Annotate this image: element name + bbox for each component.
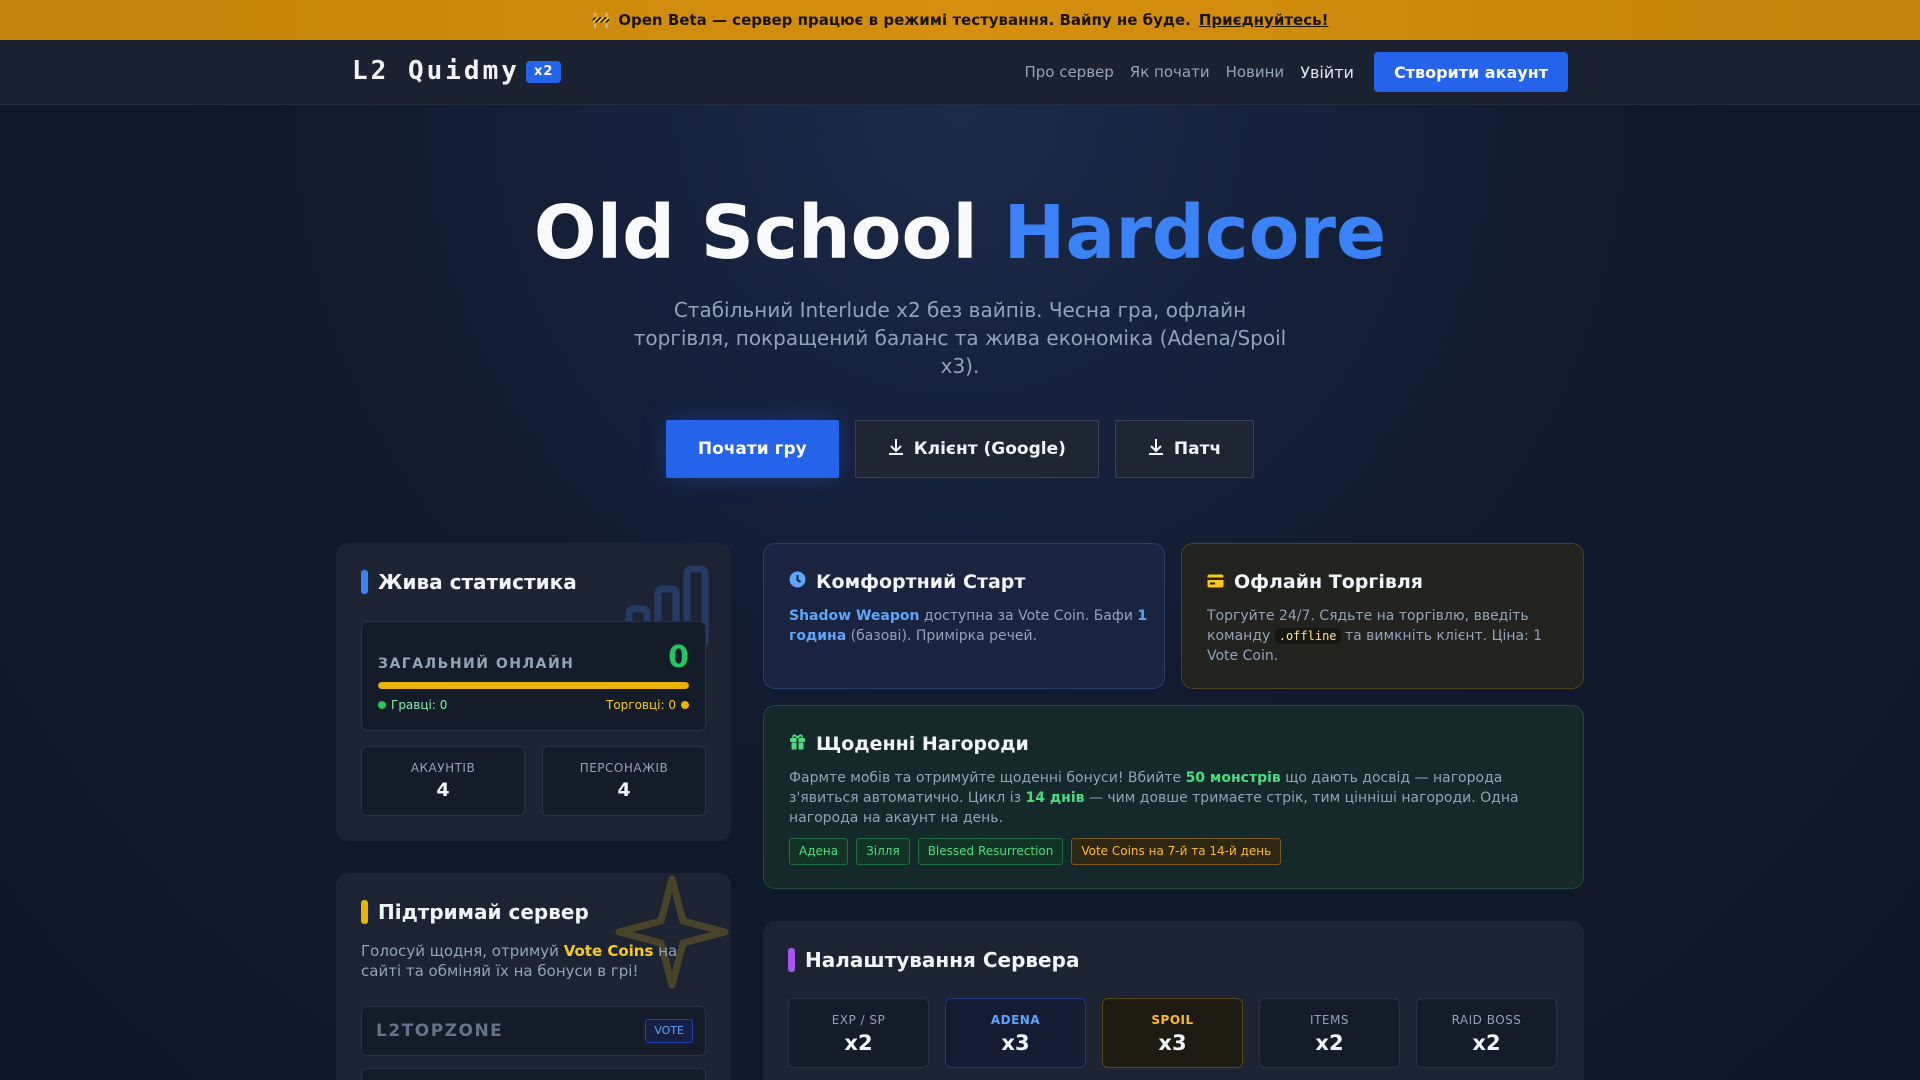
server-settings-card: Налаштування Сервера EXP / SP x2 ADENA x… bbox=[763, 921, 1584, 1080]
accounts-value: 4 bbox=[436, 779, 450, 801]
online-value: 0 bbox=[668, 640, 689, 675]
characters-counter: ПЕРСОНАЖІВ 4 bbox=[542, 746, 706, 816]
login-link[interactable]: Увійти bbox=[1300, 63, 1354, 82]
comfortable-start-card: Комфортний Старт Shadow Weapon доступна … bbox=[763, 543, 1165, 689]
characters-label: ПЕРСОНАЖІВ bbox=[579, 761, 669, 775]
accounts-label: АКАУНТІВ bbox=[410, 761, 476, 775]
rate-items: ITEMS x2 bbox=[1259, 998, 1400, 1068]
reward-tags: Адена Зілля Blessed Resurrection Vote Co… bbox=[789, 838, 1282, 865]
accounts-counter: АКАУНТІВ 4 bbox=[361, 746, 525, 816]
hero-subtitle: Стабільний Interlude x2 без вайпів. Чесн… bbox=[633, 298, 1287, 378]
server-settings-title: Налаштування Сервера bbox=[788, 948, 1079, 972]
online-progress-fill bbox=[378, 682, 689, 689]
create-account-button[interactable]: Створити акаунт bbox=[1373, 52, 1568, 92]
reward-tag-special: Vote Coins на 7-й та 14-й день bbox=[1071, 838, 1282, 865]
download-patch-label: Патч bbox=[1173, 439, 1222, 459]
total-online-box: ЗАГАЛЬНИЙ ОНЛАЙН 0 Гравці: 0 Торговці: 0 bbox=[361, 621, 706, 731]
hero-buttons: Почати гру Клієнт (Google) Патч bbox=[0, 420, 1920, 478]
reward-tag: Зілля bbox=[856, 838, 910, 865]
nav-link-how-to-start[interactable]: Як почати bbox=[1130, 63, 1210, 81]
online-label: ЗАГАЛЬНИЙ ОНЛАЙН bbox=[378, 656, 575, 672]
offline-command: .offline bbox=[1274, 628, 1341, 644]
offline-trade-card: Офлайн Торгівля Торгуйте 24/7. Сядьте на… bbox=[1181, 543, 1584, 689]
support-title-text: Підтримай сервер bbox=[378, 900, 589, 924]
players-text: Гравці: 0 bbox=[391, 698, 448, 712]
offline-trade-text: Торгуйте 24/7. Сядьте на торгівлю, введі… bbox=[1207, 608, 1543, 664]
traders-text: Торговці: 0 bbox=[605, 698, 676, 712]
download-client-label: Клієнт (Google) bbox=[913, 439, 1066, 459]
vote-button[interactable]: VOTE bbox=[645, 1019, 693, 1043]
live-stats-title: Жива статистика bbox=[361, 570, 577, 594]
download-icon bbox=[888, 438, 904, 461]
rate-raid-boss: RAID BOSS x2 bbox=[1416, 998, 1557, 1068]
gift-icon bbox=[789, 733, 806, 755]
card-icon bbox=[1207, 571, 1224, 593]
beta-banner: 🚧 Open Beta — сервер працює в режимі тес… bbox=[0, 0, 1920, 40]
traders-count: Торговці: 0 bbox=[606, 698, 689, 712]
live-stats-card: Жива статистика ЗАГАЛЬНИЙ ОНЛАЙН 0 Гравц… bbox=[336, 543, 731, 841]
hero-title-accent: Hardcore bbox=[1003, 190, 1387, 276]
characters-value: 4 bbox=[617, 779, 631, 801]
hero-title-main: Old School bbox=[533, 190, 978, 276]
nav-link-about[interactable]: Про сервер bbox=[1024, 63, 1113, 81]
offline-trade-title: Офлайн Торгівля bbox=[1207, 571, 1423, 593]
traders-dot-icon bbox=[681, 701, 689, 709]
title-accent-bar bbox=[788, 948, 795, 972]
reward-tag: Адена bbox=[789, 838, 849, 865]
start-game-button[interactable]: Почати гру bbox=[665, 420, 839, 478]
rate-adena: ADENA x3 bbox=[945, 998, 1086, 1068]
nav-link-news[interactable]: Новини bbox=[1226, 63, 1285, 81]
support-title: Підтримай сервер bbox=[361, 900, 589, 924]
daily-rewards-text: Фармте мобів та отримуйте щоденні бонуси… bbox=[789, 770, 1519, 826]
download-client-button[interactable]: Клієнт (Google) bbox=[854, 420, 1099, 478]
vote-coins-highlight: Vote Coins bbox=[563, 942, 654, 960]
daily-rewards-title: Щоденні Нагороди bbox=[789, 733, 1029, 755]
title-accent-bar bbox=[361, 570, 368, 594]
vote-site-l2topzone[interactable]: L2TOPZONE VOTE bbox=[361, 1006, 706, 1056]
server-settings-title-text: Налаштування Сервера bbox=[805, 948, 1080, 972]
rate-spoil: SPOIL x3 bbox=[1102, 998, 1243, 1068]
players-count: Гравці: 0 bbox=[378, 698, 447, 712]
comfortable-start-text: Shadow Weapon доступна за Vote Coin. Баф… bbox=[789, 608, 1148, 644]
nav-links: Про сервер Як почати Новини Увійти Створ… bbox=[1008, 52, 1568, 92]
site-logo[interactable]: L2 Quidmy bbox=[352, 56, 520, 86]
title-accent-bar bbox=[361, 900, 368, 924]
join-link[interactable]: Приєднуйтесь! bbox=[1199, 11, 1329, 29]
rate-exp-sp: EXP / SP x2 bbox=[788, 998, 929, 1068]
download-patch-button[interactable]: Патч bbox=[1114, 420, 1255, 478]
support-text: Голосуй щодня, отримуй Vote Coins на сай… bbox=[361, 942, 678, 980]
daily-rewards-card: Щоденні Нагороди Фармте мобів та отримуй… bbox=[763, 705, 1584, 889]
beta-banner-text: Open Beta — сервер працює в режимі тесту… bbox=[618, 11, 1191, 29]
support-server-card: Підтримай сервер Голосуй щодня, отримуй … bbox=[336, 873, 731, 1080]
rate-badge: x2 bbox=[526, 61, 562, 83]
navbar: L2 Quidmy x2 Про сервер Як почати Новини… bbox=[0, 40, 1920, 105]
live-stats-title-text: Жива статистика bbox=[378, 570, 577, 594]
vote-site-name: L2TOPZONE bbox=[376, 1021, 504, 1041]
hero-title: Old School Hardcore bbox=[0, 190, 1920, 276]
rates-row: EXP / SP x2 ADENA x3 SPOIL x3 ITEMS x2 R… bbox=[788, 998, 1557, 1068]
download-icon bbox=[1148, 438, 1164, 461]
clock-icon bbox=[789, 571, 806, 593]
construction-icon: 🚧 bbox=[591, 11, 611, 29]
reward-tag: Blessed Resurrection bbox=[917, 838, 1064, 865]
players-dot-icon bbox=[378, 701, 386, 709]
vote-site-next[interactable] bbox=[361, 1068, 706, 1080]
comfortable-start-title: Комфортний Старт bbox=[789, 571, 1025, 593]
online-progress-track bbox=[378, 682, 689, 689]
